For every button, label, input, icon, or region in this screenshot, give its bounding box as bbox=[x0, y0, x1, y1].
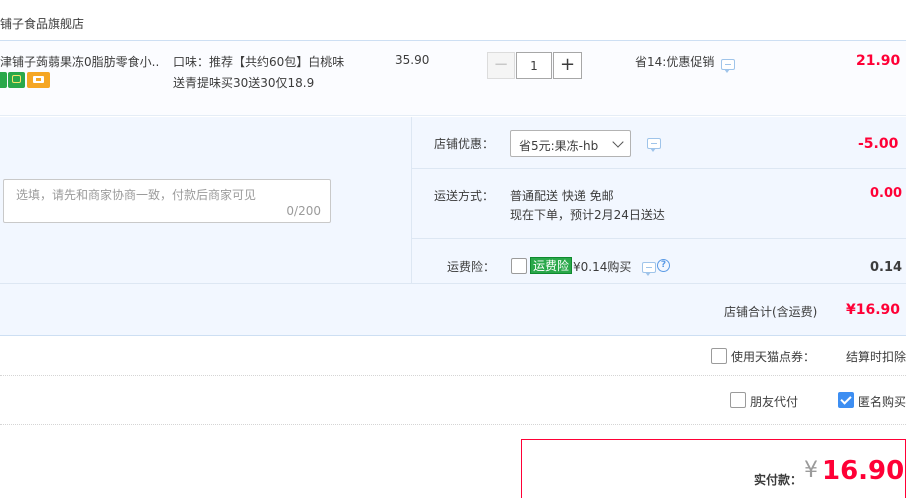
store-name[interactable]: 铺子食品旗舰店 bbox=[0, 15, 84, 32]
payment-currency: ¥ bbox=[804, 458, 818, 483]
divider bbox=[0, 424, 906, 425]
payment-label: 实付款： bbox=[754, 473, 803, 487]
payment-summary-box: 实付款： ¥ 16.90 bbox=[521, 439, 906, 498]
use-points-checkbox[interactable] bbox=[711, 348, 727, 364]
chevron-down-icon bbox=[612, 136, 624, 148]
shipping-method-label: 运送方式： bbox=[434, 189, 495, 203]
item-sku-promo: 送青提味买30送30仅18.9 bbox=[173, 76, 315, 90]
green-tag-icon bbox=[0, 72, 7, 88]
divider bbox=[411, 238, 906, 239]
quantity-input[interactable] bbox=[516, 52, 552, 79]
divider bbox=[0, 283, 906, 284]
shop-coupon-amount: -5.00 bbox=[858, 136, 899, 152]
quantity-increase-button[interactable]: + bbox=[553, 52, 582, 79]
coupon-selected-value: 省5元:果冻-hb bbox=[519, 139, 599, 153]
shipping-insurance-checkbox[interactable] bbox=[511, 258, 527, 274]
friend-pay-checkbox[interactable] bbox=[730, 392, 746, 408]
anonymous-purchase-label[interactable]: 匿名购买 bbox=[858, 393, 906, 410]
divider bbox=[0, 375, 906, 376]
shop-total-amount: ¥16.90 bbox=[846, 302, 901, 318]
buyer-memo-input[interactable]: 选填，请先和商家协商一致，付款后商家可见 0/200 bbox=[3, 179, 331, 223]
card-icon bbox=[27, 72, 50, 88]
item-promo-text: 省14:优惠促销 bbox=[635, 55, 715, 69]
memo-placeholder: 选填，请先和商家协商一致，付款后商家可见 bbox=[16, 188, 257, 202]
item-sku-attribute: 口味：推荐【共约60包】白桃味 bbox=[173, 55, 345, 69]
shipping-fee: 0.00 bbox=[870, 186, 903, 201]
shipping-method-value: 普通配送 快递 免邮 bbox=[510, 189, 614, 203]
shop-total-label: 店铺合计(含运费) bbox=[724, 305, 818, 319]
shop-coupon-select[interactable]: 省5元:果冻-hb bbox=[510, 130, 631, 157]
shipping-insurance-tag: 运费险 bbox=[530, 257, 573, 274]
shipping-insurance-label: 运费险： bbox=[447, 260, 496, 274]
shipping-insurance-amount: 0.14 bbox=[870, 260, 903, 275]
help-icon[interactable]: ? bbox=[657, 259, 670, 272]
gift-icon bbox=[8, 72, 25, 88]
anonymous-purchase-checkbox[interactable] bbox=[838, 392, 854, 408]
coupon-info-chat-icon[interactable] bbox=[647, 138, 661, 152]
order-item-row: 津铺子蒟蒻果冻0脂肪零食小... 口味：推荐【共约60包】白桃味 送青提味买30… bbox=[0, 40, 906, 116]
use-points-label[interactable]: 使用天猫点券： bbox=[731, 348, 815, 365]
divider bbox=[411, 168, 906, 169]
promo-detail-chat-icon[interactable] bbox=[721, 59, 735, 73]
quantity-decrease-button[interactable]: − bbox=[487, 52, 515, 79]
shipping-eta: 现在下单，预计2月24日送达 bbox=[510, 208, 665, 222]
insurance-info-chat-icon[interactable] bbox=[642, 262, 656, 276]
points-note: 结算时扣除 bbox=[846, 350, 906, 364]
item-total-price: 21.90 bbox=[856, 53, 901, 69]
friend-pay-label[interactable]: 朋友代付 bbox=[750, 393, 798, 410]
memo-char-count: 0/200 bbox=[286, 204, 321, 218]
payment-amount: 16.90 bbox=[822, 456, 905, 486]
item-title-link[interactable]: 津铺子蒟蒻果冻0脂肪零食小... bbox=[0, 53, 160, 70]
shipping-insurance-price: ¥0.14购买 bbox=[573, 260, 632, 274]
item-unit-price: 35.90 bbox=[395, 53, 430, 67]
shop-coupon-label: 店铺优惠： bbox=[434, 137, 495, 151]
shop-summary-section: 选填，请先和商家协商一致，付款后商家可见 0/200 店铺优惠： 省5元:果冻-… bbox=[0, 117, 906, 336]
